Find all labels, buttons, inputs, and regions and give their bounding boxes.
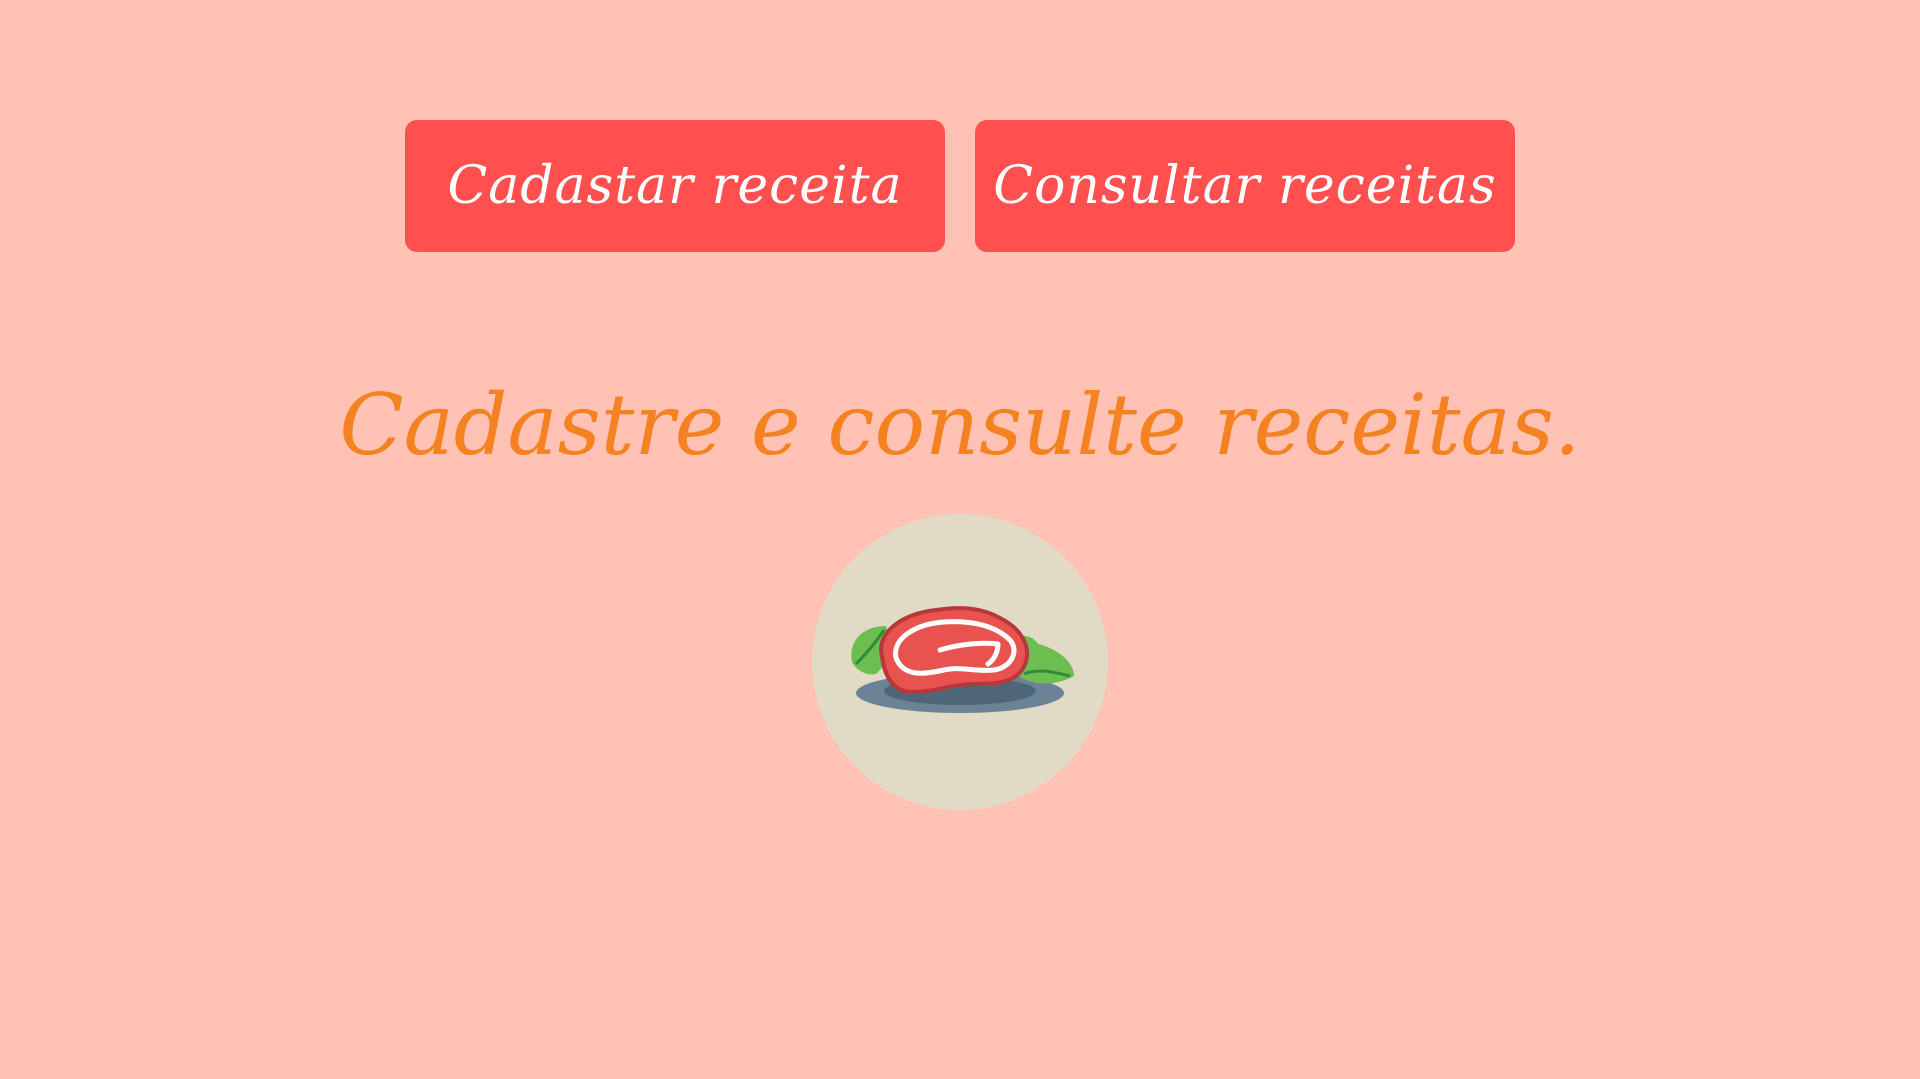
nav-button-label: Consultar receitas (993, 156, 1497, 216)
nav-button-browse-recipes[interactable]: Consultar receitas (975, 120, 1515, 252)
steak-on-plate-icon (812, 514, 1108, 810)
nav-button-label: Cadastar receita (447, 156, 903, 216)
nav-button-register-recipe[interactable]: Cadastar receita (405, 120, 945, 252)
page-headline: Cadastre e consulte receitas. (339, 376, 1581, 474)
